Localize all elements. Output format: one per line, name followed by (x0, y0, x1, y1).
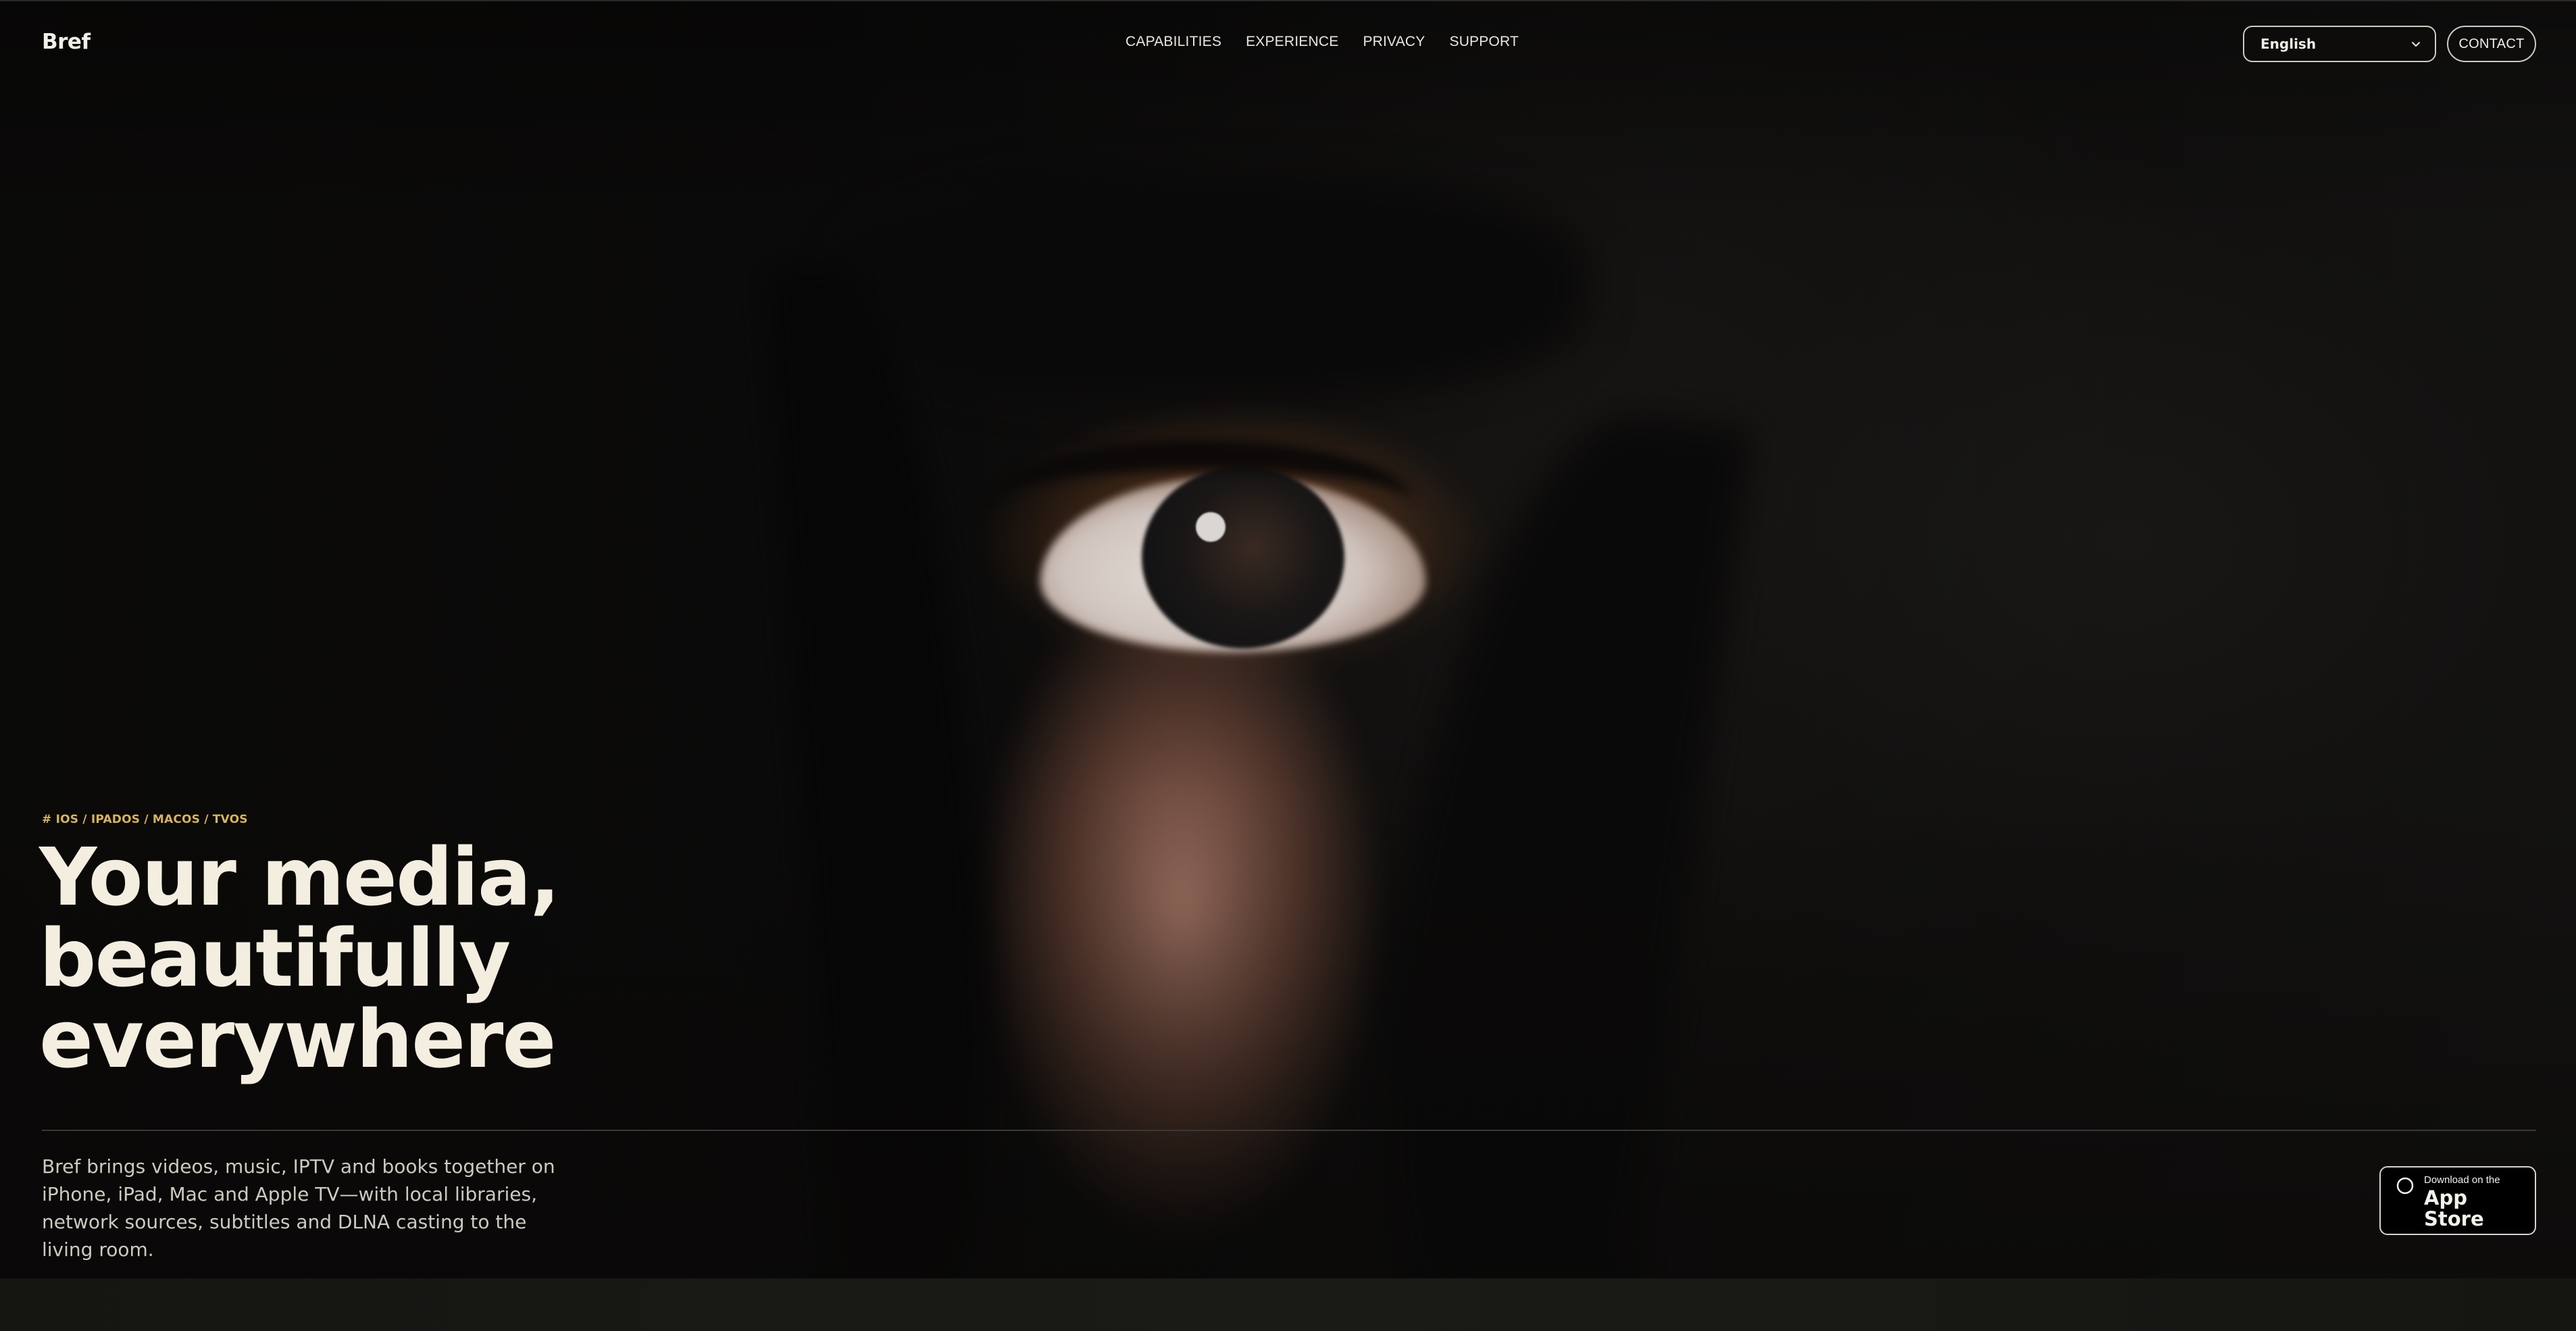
app-store-small-text: Download on the (2424, 1174, 2500, 1186)
hero-title-line: everywhere (39, 993, 556, 1086)
hero-description: Bref brings videos, music, IPTV and book… (42, 1155, 555, 1261)
contact-button[interactable]: CONTACT (2447, 26, 2536, 62)
main-nav: CAPABILITIES EXPERIENCE PRIVACY SUPPORT (1126, 34, 1519, 50)
language-select[interactable]: English (2243, 26, 2436, 62)
hero-background-image (0, 0, 2576, 1278)
app-store-large-text: App Store (2424, 1186, 2484, 1230)
language-select-value: English (2261, 36, 2317, 52)
apple-icon (2396, 1177, 2414, 1195)
page: Bref CAPABILITIES EXPERIENCE PRIVACY SUP… (0, 0, 2576, 1331)
platform-tag: # IOS / IPADOS / MACOS / TVOS (42, 813, 248, 826)
hero-title: Your media, beautifully everywhere (39, 830, 560, 1086)
brand-logo[interactable]: Bref (42, 30, 91, 54)
hero-divider (42, 1130, 2536, 1131)
next-section-edge (0, 1278, 2576, 1331)
nav-link-capabilities[interactable]: CAPABILITIES (1126, 34, 1221, 50)
hero-title-line: Your media, (39, 830, 560, 924)
hero-overlay (0, 0, 2576, 1278)
nav-link-experience[interactable]: EXPERIENCE (1246, 34, 1338, 50)
nav-link-privacy[interactable]: PRIVACY (1363, 34, 1425, 50)
site-header: Bref CAPABILITIES EXPERIENCE PRIVACY SUP… (0, 0, 2576, 86)
contact-button-label: CONTACT (2458, 36, 2525, 51)
chevron-down-icon (2412, 42, 2420, 47)
hero-title-line: beautifully (39, 911, 511, 1005)
nav-link-support[interactable]: SUPPORT (1449, 34, 1519, 50)
app-store-button[interactable]: Download on the App Store (2379, 1166, 2536, 1235)
